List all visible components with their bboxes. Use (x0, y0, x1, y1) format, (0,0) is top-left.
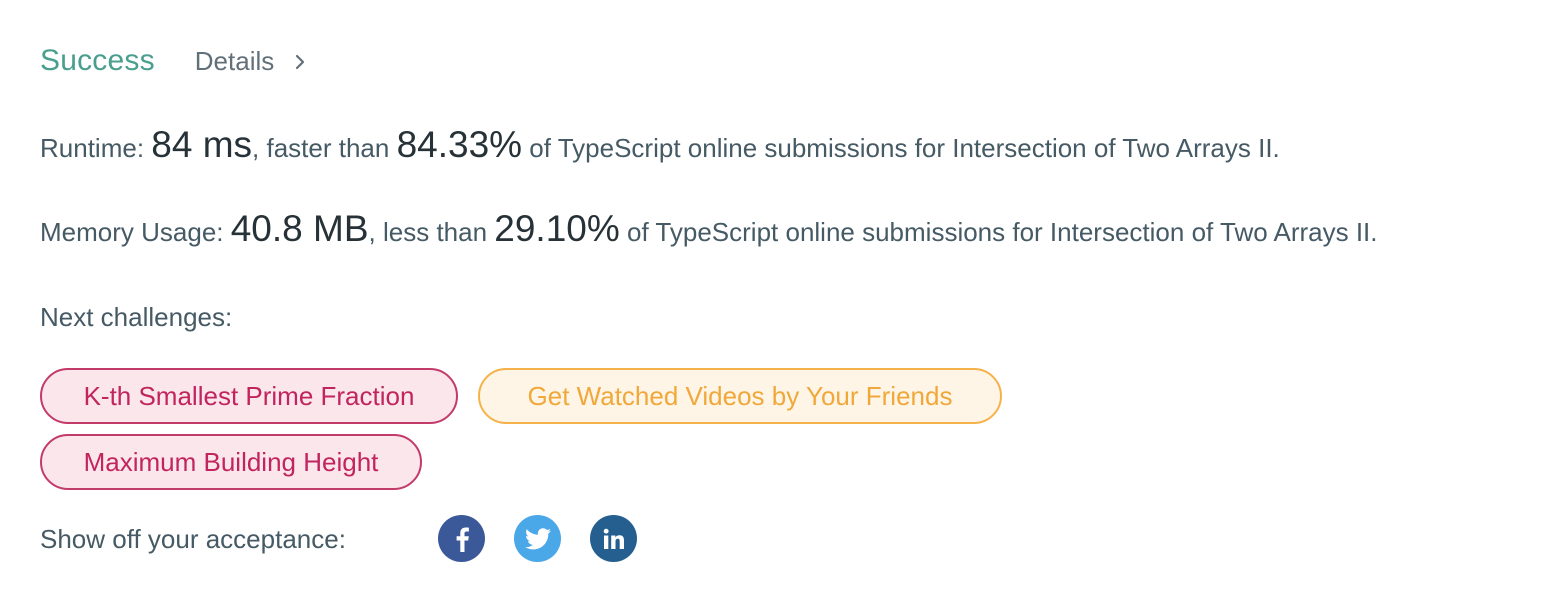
linkedin-share-button[interactable] (590, 515, 637, 562)
runtime-comparison: , faster than (252, 133, 397, 163)
memory-label: Memory Usage: (40, 217, 231, 247)
runtime-suffix: of TypeScript online submissions for Int… (522, 133, 1280, 163)
memory-stat: Memory Usage: 40.8 MB, less than 29.10% … (40, 208, 1378, 250)
runtime-percent: 84.33% (396, 124, 523, 165)
runtime-value: 84 ms (151, 124, 253, 165)
memory-value: 40.8 MB (230, 208, 369, 249)
challenge-chip-label: Maximum Building Height (83, 446, 379, 477)
facebook-share-button[interactable] (438, 515, 485, 562)
challenge-chip-kth-smallest-prime-fraction[interactable]: K-th Smallest Prime Fraction (40, 368, 458, 424)
status-row: Success Details (40, 44, 310, 78)
share-label: Show off your acceptance: (40, 524, 346, 554)
twitter-icon (524, 527, 551, 549)
next-challenges-label: Next challenges: (40, 302, 233, 332)
chevron-right-icon (296, 54, 305, 69)
challenge-chip-get-watched-videos[interactable]: Get Watched Videos by Your Friends (478, 368, 1002, 424)
memory-suffix: of TypeScript online submissions for Int… (619, 217, 1378, 247)
details-link-label: Details (194, 46, 275, 76)
memory-percent: 29.10% (494, 208, 620, 249)
twitter-share-button[interactable] (514, 515, 561, 562)
facebook-icon (456, 527, 469, 552)
challenge-chip-maximum-building-height[interactable]: Maximum Building Height (40, 434, 422, 490)
runtime-stat: Runtime: 84 ms, faster than 84.33% of Ty… (40, 124, 1280, 166)
memory-comparison: , less than (368, 217, 495, 247)
details-link[interactable]: Details (195, 46, 310, 77)
challenge-chip-label: K-th Smallest Prime Fraction (83, 380, 415, 411)
linkedin-icon (603, 528, 624, 549)
runtime-label: Runtime: (40, 133, 152, 163)
status-success-label: Success (40, 44, 155, 77)
challenge-chip-label: Get Watched Videos by Your Friends (527, 380, 953, 411)
